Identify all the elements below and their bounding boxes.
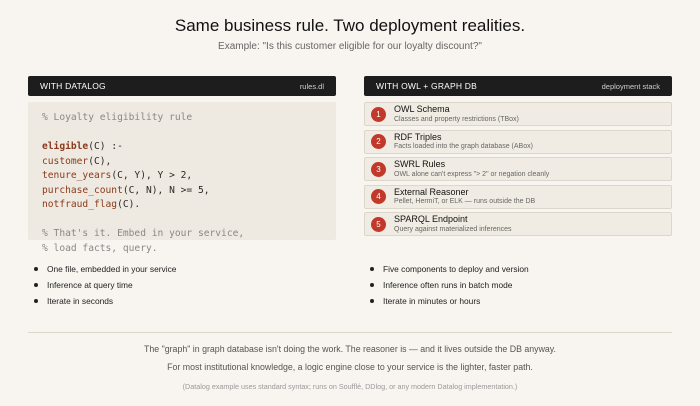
code-head-predicate: eligible bbox=[42, 141, 89, 152]
step-title: SWRL Rules bbox=[394, 159, 446, 170]
step-description: OWL alone can't express "> 2" or negatio… bbox=[394, 170, 550, 178]
list-item: Iterate in seconds bbox=[34, 293, 334, 309]
code-comment: % load facts, query. bbox=[42, 242, 158, 254]
datalog-panel-title: WITH DATALOG bbox=[40, 81, 106, 91]
step-rdf-triples: 2 RDF Triples Facts loaded into the grap… bbox=[364, 129, 672, 154]
code-comment: % Loyalty eligibility rule bbox=[42, 112, 193, 123]
code-args: (C, N), N >= 5, bbox=[122, 184, 210, 196]
step-number-badge: 5 bbox=[371, 216, 386, 232]
footer-statement: The "graph" in graph database isn't doin… bbox=[144, 344, 556, 354]
step-text: OWL Schema Classes and property restrict… bbox=[394, 104, 519, 123]
bullet-text: Inference at query time bbox=[47, 280, 133, 290]
code-body-line: customer(C), bbox=[42, 155, 322, 170]
bullet-icon bbox=[34, 283, 38, 287]
code-args: (C), bbox=[88, 155, 112, 167]
step-text: External Reasoner Pellet, HermiT, or ELK… bbox=[394, 186, 536, 206]
bullet-text: Five components to deploy and version bbox=[383, 264, 529, 274]
code-comment: % That's it. Embed in your service, bbox=[42, 228, 245, 239]
step-number-badge: 1 bbox=[371, 106, 386, 122]
owl-panel-header: WITH OWL + GRAPH DB deployment stack bbox=[364, 76, 672, 96]
code-args: (C). bbox=[117, 199, 141, 210]
code-head-args: (C) :- bbox=[88, 141, 123, 152]
step-owl-schema: 1 OWL Schema Classes and property restri… bbox=[364, 102, 672, 126]
page-subtitle: Example: "Is this customer eligible for … bbox=[218, 41, 482, 52]
bullet-text: Inference often runs in batch mode bbox=[383, 280, 513, 290]
step-swrl-rules: 3 SWRL Rules OWL alone can't express "> … bbox=[364, 157, 672, 181]
bullet-icon bbox=[370, 283, 374, 287]
step-text: SWRL Rules OWL alone can't express "> 2"… bbox=[394, 159, 550, 178]
step-title: RDF Triples bbox=[394, 131, 442, 142]
owl-panel-title: WITH OWL + GRAPH DB bbox=[376, 81, 478, 91]
step-title: OWL Schema bbox=[394, 104, 450, 115]
step-title: SPARQL Endpoint bbox=[394, 214, 468, 225]
owl-stack-tag: deployment stack bbox=[601, 81, 660, 91]
code-body-line: purchase_count(C, N), N >= 5, bbox=[42, 184, 322, 199]
code-predicate: customer bbox=[42, 155, 89, 167]
list-item: One file, embedded in your service bbox=[34, 261, 334, 277]
page-title: Same business rule. Two deployment reali… bbox=[174, 16, 526, 35]
bullet-text: Iterate in minutes or hours bbox=[383, 296, 481, 306]
datalog-code-block: % Loyalty eligibility rule eligible(C) :… bbox=[28, 102, 336, 254]
step-description: Classes and property restrictions (TBox) bbox=[394, 115, 519, 123]
owl-bullet-list: Five components to deploy and version In… bbox=[370, 261, 670, 309]
step-number-badge: 2 bbox=[371, 134, 386, 149]
bullet-text: Iterate in seconds bbox=[47, 296, 114, 306]
code-body-line: tenure_years(C, Y), Y > 2, bbox=[42, 169, 322, 184]
code-predicate: purchase_count bbox=[42, 184, 123, 196]
bullet-icon bbox=[34, 299, 38, 303]
datalog-file-tag: rules.dl bbox=[299, 81, 324, 91]
step-number-badge: 4 bbox=[371, 189, 386, 204]
footer-recommendation: For most institutional knowledge, a logi… bbox=[167, 362, 533, 372]
datalog-panel-header: WITH DATALOG rules.dl bbox=[28, 76, 336, 96]
footer-note: (Datalog example uses standard syntax; r… bbox=[182, 382, 518, 391]
code-predicate: notfraud_flag bbox=[42, 199, 118, 210]
list-item: Five components to deploy and version bbox=[370, 261, 670, 277]
datalog-bullet-list: One file, embedded in your service Infer… bbox=[34, 261, 334, 309]
step-text: SPARQL Endpoint Query against materializ… bbox=[394, 214, 512, 233]
list-item: Iterate in minutes or hours bbox=[370, 293, 670, 309]
step-description: Query against materialized inferences bbox=[394, 225, 512, 233]
code-body-line: notfraud_flag(C). bbox=[42, 198, 322, 213]
code-predicate: tenure_years bbox=[42, 170, 112, 181]
step-sparql-endpoint: 5 SPARQL Endpoint Query against material… bbox=[364, 212, 672, 236]
code-rule-head: eligible(C) :- bbox=[42, 140, 322, 155]
list-item: Inference at query time bbox=[34, 277, 334, 293]
code-args: (C, Y), Y > 2, bbox=[111, 170, 193, 181]
bullet-icon bbox=[370, 299, 374, 303]
step-number-badge: 3 bbox=[371, 161, 386, 177]
step-title: External Reasoner bbox=[394, 186, 469, 197]
step-description: Facts loaded into the graph database (AB… bbox=[394, 143, 533, 151]
list-item: Inference often runs in batch mode bbox=[370, 277, 670, 293]
step-external-reasoner: 4 External Reasoner Pellet, HermiT, or E… bbox=[364, 184, 672, 209]
step-description: Pellet, HermiT, or ELK — runs outside th… bbox=[394, 198, 536, 206]
owl-deployment-steps: 1 OWL Schema Classes and property restri… bbox=[364, 102, 672, 240]
bullet-text: One file, embedded in your service bbox=[47, 264, 177, 274]
bullet-icon bbox=[34, 267, 38, 271]
footer-divider bbox=[28, 332, 672, 333]
bullet-icon bbox=[370, 267, 374, 271]
step-text: RDF Triples Facts loaded into the graph … bbox=[394, 131, 533, 151]
